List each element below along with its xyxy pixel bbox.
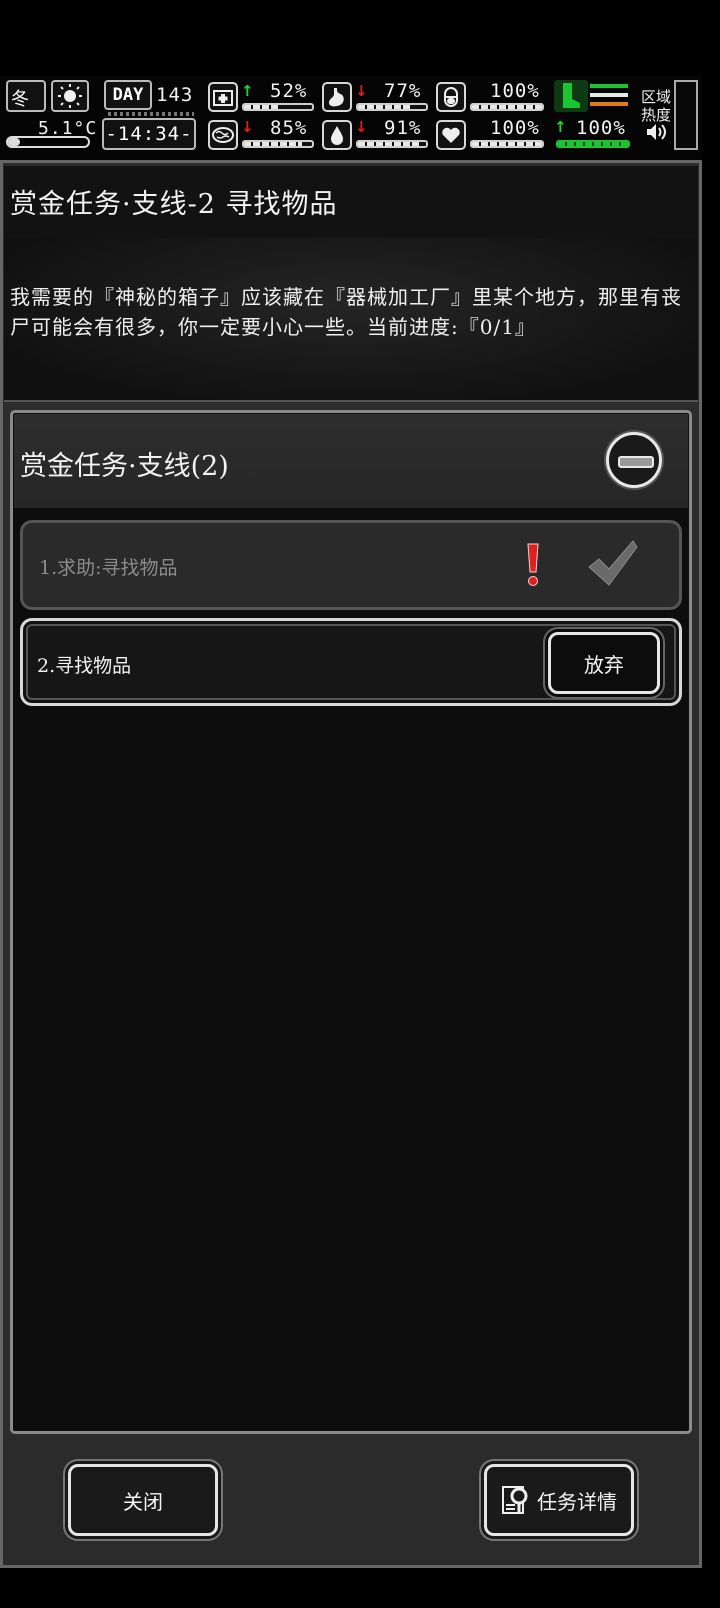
medicine-value: 100%	[490, 80, 540, 102]
category-title: 赏金任务·支线(2)	[20, 451, 229, 482]
health-value: 52%	[270, 80, 308, 102]
stamina-bar	[556, 140, 630, 148]
stomach-icon	[322, 82, 352, 112]
close-button[interactable]: 关闭	[68, 1464, 218, 1536]
day-progress-ticks	[108, 112, 194, 116]
region-heat-meter	[674, 80, 698, 150]
health-bar	[242, 103, 314, 111]
thirst-trend-down-icon: ↓	[355, 118, 368, 136]
day-label: DAY	[112, 85, 144, 105]
mood-bar	[470, 140, 544, 148]
quest-title-area: 赏金任务·支线-2 寻找物品	[4, 166, 698, 238]
quest-description: 我需要的『神秘的箱子』应该藏在『器械加工厂』里某个地方，那里有丧尸可能会有很多，…	[10, 285, 682, 339]
health-trend-up-icon: ↑	[241, 82, 254, 100]
quest-item-completed[interactable]: 1.求助:寻找物品	[20, 520, 682, 610]
clock-time: -14:34-	[105, 123, 193, 145]
stamina-boot-icon	[554, 80, 588, 112]
collapse-icon[interactable]	[606, 432, 662, 488]
quest-details-label: 任务详情	[537, 1489, 617, 1514]
thirst-bar	[356, 140, 428, 148]
heart-icon	[436, 120, 466, 150]
quest-category-header[interactable]: 赏金任务·支线(2)	[14, 414, 688, 508]
day-badge: DAY	[104, 80, 152, 110]
close-button-label: 关闭	[123, 1489, 163, 1514]
hunger-bar	[356, 103, 428, 111]
brain-icon	[208, 120, 238, 150]
hunger-value: 77%	[384, 80, 422, 102]
quest-details-button[interactable]: 任务详情	[484, 1464, 634, 1536]
quest-description-area: 我需要的『神秘的箱子』应该藏在『器械加工厂』里某个地方，那里有丧尸可能会有很多，…	[4, 238, 698, 402]
checkmark-icon	[585, 539, 639, 593]
water-drop-icon	[322, 120, 352, 150]
day-counter: 143	[156, 84, 194, 106]
abandon-button[interactable]: 放弃	[548, 632, 660, 694]
quest-item-label: 1.求助:寻找物品	[39, 557, 178, 579]
mood-value: 100%	[490, 117, 540, 139]
stamina-value: 100%	[576, 117, 626, 139]
brain-trend-down-icon: ↓	[241, 118, 254, 136]
quest-title: 赏金任务·支线-2 寻找物品	[10, 189, 338, 220]
medicine-bar	[470, 103, 544, 111]
medkit-icon	[208, 82, 238, 112]
thermometer-icon	[6, 136, 90, 148]
sun-icon	[51, 80, 89, 112]
clock-box: -14:34-	[102, 118, 196, 150]
alert-exclamation-icon	[521, 541, 545, 593]
hunger-trend-down-icon: ↓	[355, 82, 368, 100]
pill-icon	[436, 82, 466, 112]
document-search-icon	[501, 1483, 533, 1517]
season-box: 冬	[6, 80, 46, 112]
season-label: 冬	[11, 89, 29, 110]
thirst-value: 91%	[384, 117, 422, 139]
quest-item-label: 2.寻找物品	[37, 655, 132, 677]
brain-value: 85%	[270, 117, 308, 139]
stamina-trend-up-icon: ↑	[554, 118, 567, 136]
brain-bar	[242, 140, 314, 148]
stamina-gauge	[590, 84, 628, 110]
status-hud: 冬 5.1°C DAY 143 -14:34- ↑ 52% ↓ 77% 100%…	[0, 76, 702, 160]
speaker-icon[interactable]	[644, 122, 668, 146]
